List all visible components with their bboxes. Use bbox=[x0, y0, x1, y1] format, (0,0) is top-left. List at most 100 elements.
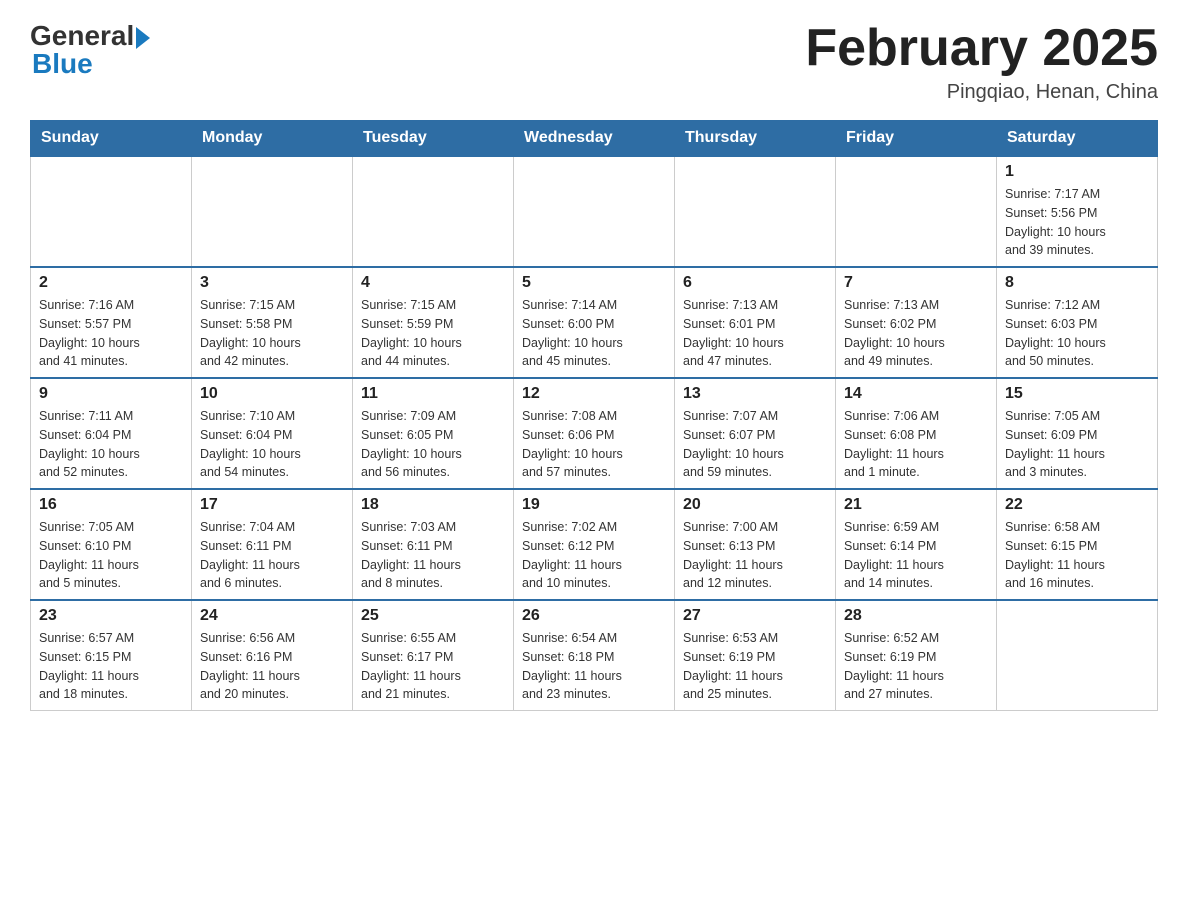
day-number: 13 bbox=[683, 385, 827, 403]
logo-area: General Blue bbox=[30, 20, 150, 80]
day-cell-w2-d6: 7Sunrise: 7:13 AM Sunset: 6:02 PM Daylig… bbox=[836, 267, 997, 378]
day-number: 21 bbox=[844, 496, 988, 514]
day-number: 19 bbox=[522, 496, 666, 514]
day-cell-w1-d5 bbox=[675, 156, 836, 267]
day-cell-w2-d7: 8 Sunrise: 7:12 AM Sunset: 6:03 PM Daylig… bbox=[997, 267, 1158, 378]
day-info: Sunrise: 7:06 AM Sunset: 6:08 PM Dayligh… bbox=[844, 407, 988, 482]
day-cell-w4-d2: 17 Sunrise: 7:04 AM Sunset: 6:11 PM Dayli… bbox=[192, 489, 353, 600]
day-number: 10 bbox=[200, 385, 344, 403]
day-cell-w1-d2 bbox=[192, 156, 353, 267]
header: General Blue February 2025 Pingqiao, Hen… bbox=[30, 20, 1158, 104]
day-cell-w3-d7: 15 Sunrise: 7:05 AM Sunset: 6:09 PM Dayli… bbox=[997, 378, 1158, 489]
day-info: Sunrise: 7:13 AM Sunset: 6:02 PM Dayligh… bbox=[844, 296, 988, 371]
day-cell-w1-d7: 1 Sunrise: 7:17 AM Sunset: 5:56 PM Daylig… bbox=[997, 156, 1158, 267]
weekday-header-row: Sunday Monday Tuesday Wednesday Thursday… bbox=[31, 121, 1158, 157]
day-cell-w5-d4: 26 Sunrise: 6:54 AM Sunset: 6:18 PM Dayli… bbox=[514, 600, 675, 711]
day-number: 16 bbox=[39, 496, 183, 514]
day-cell-w3-d2: 10 Sunrise: 7:10 AM Sunset: 6:04 PM Dayli… bbox=[192, 378, 353, 489]
day-cell-w5-d1: 23 Sunrise: 6:57 AM Sunset: 6:15 PM Dayli… bbox=[31, 600, 192, 711]
day-number: 14 bbox=[844, 385, 988, 403]
month-title: February 2025 bbox=[805, 20, 1158, 77]
day-number: 26 bbox=[522, 607, 666, 625]
day-info: Sunrise: 6:55 AM Sunset: 6:17 PM Dayligh… bbox=[361, 629, 505, 704]
day-info: Sunrise: 7:07 AM Sunset: 6:07 PM Dayligh… bbox=[683, 407, 827, 482]
week-row-3: 9Sunrise: 7:11 AM Sunset: 6:04 PM Daylig… bbox=[31, 378, 1158, 489]
day-info: Sunrise: 7:09 AM Sunset: 6:05 PM Dayligh… bbox=[361, 407, 505, 482]
day-number: 22 bbox=[1005, 496, 1149, 514]
day-cell-w1-d1 bbox=[31, 156, 192, 267]
header-tuesday: Tuesday bbox=[353, 121, 514, 157]
day-number: 11 bbox=[361, 385, 505, 403]
day-info: Sunrise: 7:03 AM Sunset: 6:11 PM Dayligh… bbox=[361, 518, 505, 593]
day-info: Sunrise: 7:05 AM Sunset: 6:09 PM Dayligh… bbox=[1005, 407, 1149, 482]
logo-blue-row: Blue bbox=[30, 48, 93, 80]
day-info: Sunrise: 6:58 AM Sunset: 6:15 PM Dayligh… bbox=[1005, 518, 1149, 593]
header-sunday: Sunday bbox=[31, 121, 192, 157]
day-cell-w5-d7 bbox=[997, 600, 1158, 711]
day-number: 24 bbox=[200, 607, 344, 625]
day-cell-w5-d5: 27 Sunrise: 6:53 AM Sunset: 6:19 PM Dayli… bbox=[675, 600, 836, 711]
title-area: February 2025 Pingqiao, Henan, China bbox=[805, 20, 1158, 104]
day-number: 20 bbox=[683, 496, 827, 514]
week-row-5: 23 Sunrise: 6:57 AM Sunset: 6:15 PM Dayli… bbox=[31, 600, 1158, 711]
header-saturday: Saturday bbox=[997, 121, 1158, 157]
day-number: 1 bbox=[1005, 163, 1149, 181]
day-number: 4 bbox=[361, 274, 505, 292]
day-cell-w3-d1: 9Sunrise: 7:11 AM Sunset: 6:04 PM Daylig… bbox=[31, 378, 192, 489]
header-wednesday: Wednesday bbox=[514, 121, 675, 157]
day-number: 9 bbox=[39, 385, 183, 403]
day-info: Sunrise: 6:57 AM Sunset: 6:15 PM Dayligh… bbox=[39, 629, 183, 704]
day-number: 15 bbox=[1005, 385, 1149, 403]
day-number: 3 bbox=[200, 274, 344, 292]
day-info: Sunrise: 7:13 AM Sunset: 6:01 PM Dayligh… bbox=[683, 296, 827, 371]
day-cell-w3-d5: 13 Sunrise: 7:07 AM Sunset: 6:07 PM Dayli… bbox=[675, 378, 836, 489]
day-cell-w3-d3: 11 Sunrise: 7:09 AM Sunset: 6:05 PM Dayli… bbox=[353, 378, 514, 489]
day-info: Sunrise: 6:56 AM Sunset: 6:16 PM Dayligh… bbox=[200, 629, 344, 704]
day-info: Sunrise: 7:10 AM Sunset: 6:04 PM Dayligh… bbox=[200, 407, 344, 482]
day-number: 2 bbox=[39, 274, 183, 292]
day-number: 17 bbox=[200, 496, 344, 514]
day-number: 23 bbox=[39, 607, 183, 625]
day-cell-w5-d2: 24 Sunrise: 6:56 AM Sunset: 6:16 PM Dayli… bbox=[192, 600, 353, 711]
day-cell-w1-d4 bbox=[514, 156, 675, 267]
location-subtitle: Pingqiao, Henan, China bbox=[805, 81, 1158, 104]
calendar-table: Sunday Monday Tuesday Wednesday Thursday… bbox=[30, 120, 1158, 711]
day-cell-w3-d4: 12 Sunrise: 7:08 AM Sunset: 6:06 PM Dayli… bbox=[514, 378, 675, 489]
day-info: Sunrise: 7:12 AM Sunset: 6:03 PM Dayligh… bbox=[1005, 296, 1149, 371]
day-cell-w4-d1: 16Sunrise: 7:05 AM Sunset: 6:10 PM Dayli… bbox=[31, 489, 192, 600]
week-row-2: 2Sunrise: 7:16 AM Sunset: 5:57 PM Daylig… bbox=[31, 267, 1158, 378]
day-cell-w1-d3 bbox=[353, 156, 514, 267]
day-cell-w2-d2: 3 Sunrise: 7:15 AM Sunset: 5:58 PM Daylig… bbox=[192, 267, 353, 378]
day-info: Sunrise: 6:54 AM Sunset: 6:18 PM Dayligh… bbox=[522, 629, 666, 704]
day-info: Sunrise: 7:08 AM Sunset: 6:06 PM Dayligh… bbox=[522, 407, 666, 482]
day-cell-w4-d4: 19Sunrise: 7:02 AM Sunset: 6:12 PM Dayli… bbox=[514, 489, 675, 600]
day-number: 8 bbox=[1005, 274, 1149, 292]
week-row-4: 16Sunrise: 7:05 AM Sunset: 6:10 PM Dayli… bbox=[31, 489, 1158, 600]
day-number: 27 bbox=[683, 607, 827, 625]
day-cell-w5-d6: 28Sunrise: 6:52 AM Sunset: 6:19 PM Dayli… bbox=[836, 600, 997, 711]
day-number: 12 bbox=[522, 385, 666, 403]
day-info: Sunrise: 6:59 AM Sunset: 6:14 PM Dayligh… bbox=[844, 518, 988, 593]
day-number: 18 bbox=[361, 496, 505, 514]
day-cell-w2-d1: 2Sunrise: 7:16 AM Sunset: 5:57 PM Daylig… bbox=[31, 267, 192, 378]
header-monday: Monday bbox=[192, 121, 353, 157]
header-thursday: Thursday bbox=[675, 121, 836, 157]
week-row-1: 1 Sunrise: 7:17 AM Sunset: 5:56 PM Daylig… bbox=[31, 156, 1158, 267]
day-cell-w3-d6: 14 Sunrise: 7:06 AM Sunset: 6:08 PM Dayli… bbox=[836, 378, 997, 489]
day-info: Sunrise: 7:15 AM Sunset: 5:59 PM Dayligh… bbox=[361, 296, 505, 371]
day-number: 25 bbox=[361, 607, 505, 625]
day-info: Sunrise: 7:04 AM Sunset: 6:11 PM Dayligh… bbox=[200, 518, 344, 593]
header-friday: Friday bbox=[836, 121, 997, 157]
day-cell-w4-d3: 18 Sunrise: 7:03 AM Sunset: 6:11 PM Dayli… bbox=[353, 489, 514, 600]
day-number: 5 bbox=[522, 274, 666, 292]
day-cell-w2-d4: 5 Sunrise: 7:14 AM Sunset: 6:00 PM Daylig… bbox=[514, 267, 675, 378]
day-cell-w4-d5: 20Sunrise: 7:00 AM Sunset: 6:13 PM Dayli… bbox=[675, 489, 836, 600]
day-cell-w2-d5: 6Sunrise: 7:13 AM Sunset: 6:01 PM Daylig… bbox=[675, 267, 836, 378]
day-info: Sunrise: 7:14 AM Sunset: 6:00 PM Dayligh… bbox=[522, 296, 666, 371]
day-info: Sunrise: 6:53 AM Sunset: 6:19 PM Dayligh… bbox=[683, 629, 827, 704]
day-info: Sunrise: 7:17 AM Sunset: 5:56 PM Dayligh… bbox=[1005, 185, 1149, 260]
day-cell-w2-d3: 4 Sunrise: 7:15 AM Sunset: 5:59 PM Daylig… bbox=[353, 267, 514, 378]
day-cell-w4-d7: 22 Sunrise: 6:58 AM Sunset: 6:15 PM Dayli… bbox=[997, 489, 1158, 600]
day-info: Sunrise: 7:15 AM Sunset: 5:58 PM Dayligh… bbox=[200, 296, 344, 371]
day-number: 28 bbox=[844, 607, 988, 625]
